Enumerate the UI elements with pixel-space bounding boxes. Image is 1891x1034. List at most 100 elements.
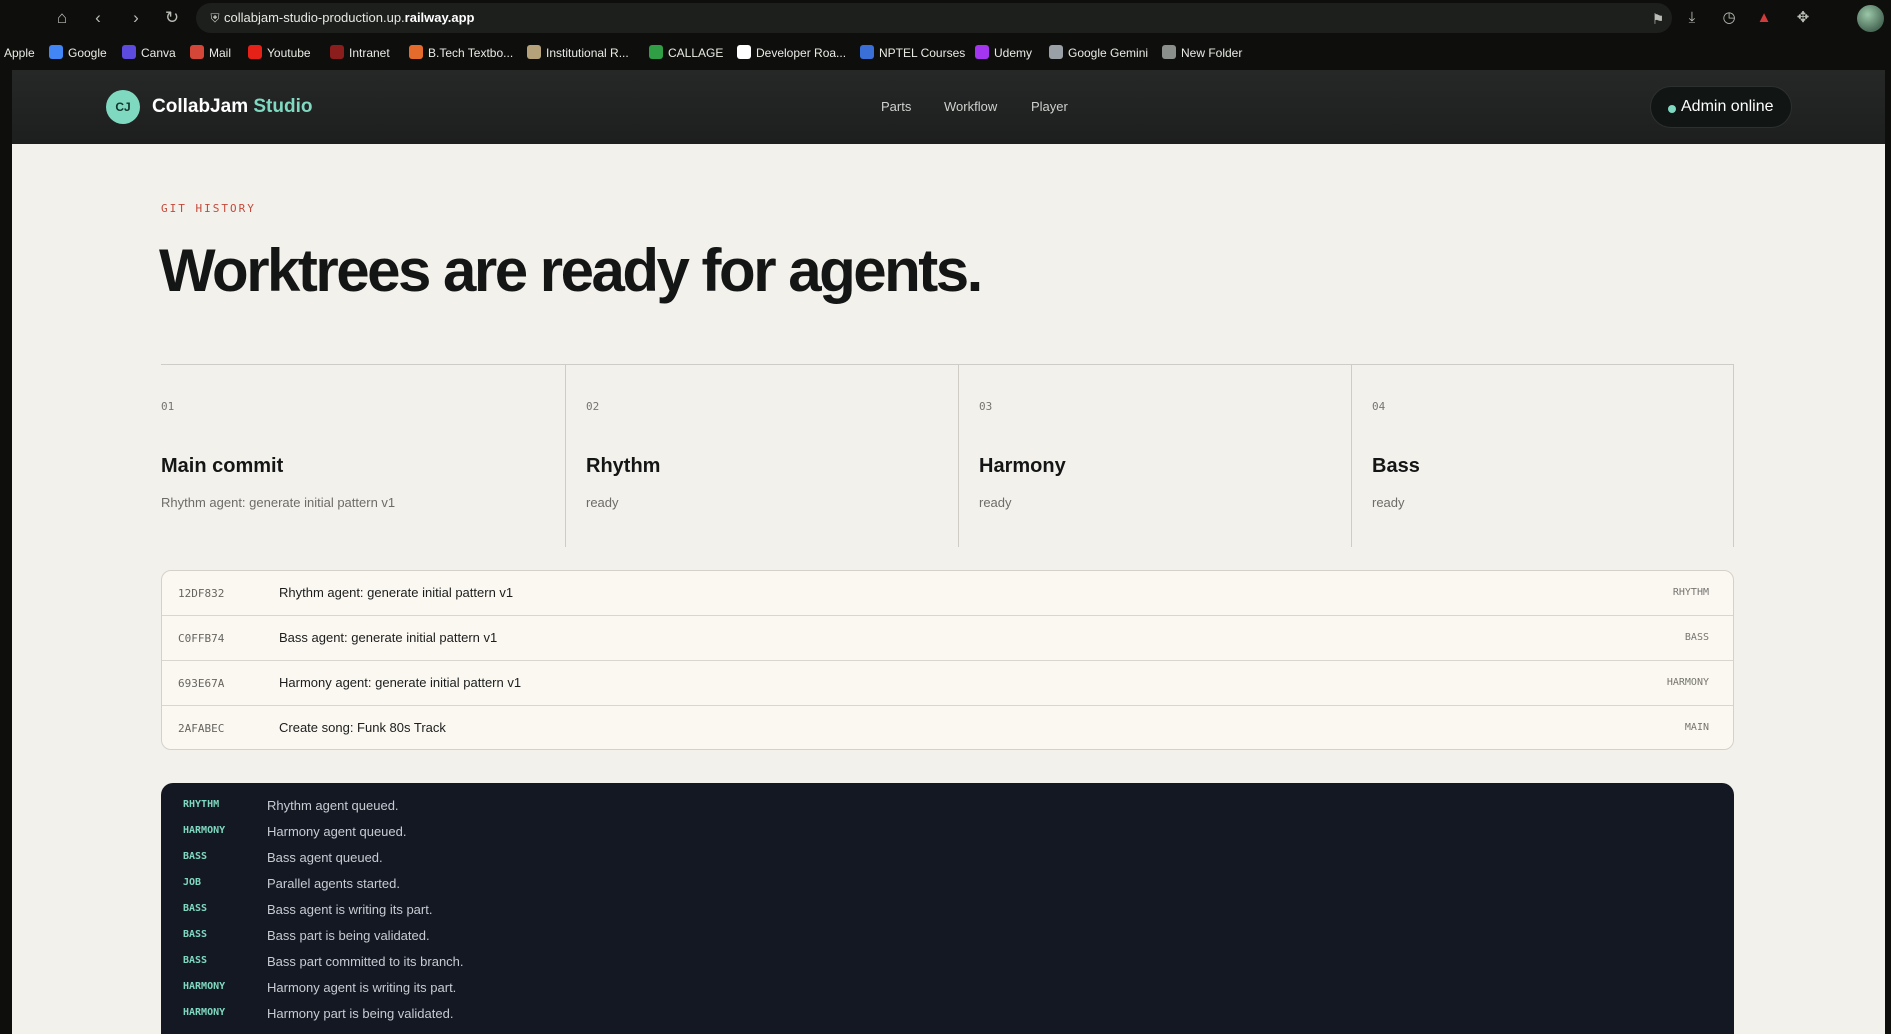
log-row: RHYTHM Rhythm agent queued. bbox=[161, 793, 1734, 819]
forward-icon[interactable]: › bbox=[124, 6, 148, 30]
branch-number: 04 bbox=[1372, 400, 1386, 413]
branch-number: 02 bbox=[586, 400, 600, 413]
commit-row[interactable]: 12DF832 Rhythm agent: generate initial p… bbox=[162, 571, 1733, 616]
canva-icon bbox=[122, 45, 136, 59]
bookmark-label: Mail bbox=[209, 46, 232, 60]
log-message: Bass agent is writing its part. bbox=[267, 902, 433, 917]
bookmark-label: Google bbox=[68, 46, 107, 60]
bookmarks-bar: Apple Google Canva Mail Youtube Intranet B.Tec… bbox=[0, 36, 1891, 70]
folder-icon bbox=[1162, 45, 1176, 59]
log-tag: JOB bbox=[183, 877, 202, 888]
bookmark-label: Canva bbox=[141, 46, 176, 60]
log-tag: RHYTHM bbox=[183, 799, 220, 810]
gemini-icon bbox=[1049, 45, 1063, 59]
url-host: collabjam-studio-production.up. bbox=[224, 10, 405, 25]
profile-avatar[interactable] bbox=[1857, 5, 1884, 32]
log-row: BASS Bass agent is writing its part. bbox=[161, 897, 1734, 923]
bookmark-folder[interactable]: New Folder bbox=[1162, 45, 1242, 61]
bookmark-udemy[interactable]: Udemy bbox=[975, 45, 1032, 61]
bookmark-label: Apple bbox=[4, 46, 35, 60]
bookmark-label: CALLAGE bbox=[668, 46, 724, 60]
bookmark-repository[interactable]: Institutional R... bbox=[527, 45, 629, 61]
log-tag: HARMONY bbox=[183, 1007, 226, 1018]
page-viewport: CJ CollabJam Studio Parts Workflow Playe… bbox=[12, 70, 1885, 1034]
history-icon[interactable]: ◷ bbox=[1718, 7, 1740, 29]
bookmark-label: Google Gemini bbox=[1068, 46, 1149, 60]
bookmark-star-icon[interactable]: ⚑ bbox=[1648, 9, 1668, 29]
home-icon[interactable]: ⌂ bbox=[50, 6, 74, 30]
intranet-icon bbox=[330, 45, 344, 59]
textbook-icon bbox=[409, 45, 423, 59]
branch-name: Main commit bbox=[161, 455, 284, 477]
site-header: CJ CollabJam Studio Parts Workflow Playe… bbox=[12, 70, 1885, 144]
commit-branch: BASS bbox=[1684, 632, 1709, 643]
nptel-icon bbox=[860, 45, 874, 59]
branch-detail: ready bbox=[1372, 495, 1405, 510]
branch-card-harmony: 03 Harmony ready bbox=[959, 365, 1352, 547]
google-icon bbox=[49, 45, 63, 59]
branch-card-bass: 04 Bass ready bbox=[1352, 365, 1734, 547]
bookmark-textbook[interactable]: B.Tech Textbo... bbox=[409, 45, 513, 61]
bookmark-drive[interactable]: CALLAGE bbox=[649, 45, 723, 61]
bookmark-gmail[interactable]: Mail bbox=[190, 45, 231, 61]
agent-log-panel[interactable]: RHYTHM Rhythm agent queued. HARMONY Harm… bbox=[161, 783, 1734, 1034]
repository-icon bbox=[527, 45, 541, 59]
nav-link-workflow[interactable]: Workflow bbox=[944, 99, 997, 114]
commit-hash: C0FFB74 bbox=[178, 632, 225, 645]
bookmark-label: Developer Roa... bbox=[756, 46, 847, 60]
log-message: Bass agent queued. bbox=[267, 850, 383, 865]
commit-hash: 12DF832 bbox=[178, 587, 225, 600]
address-bar[interactable]: ⛨ collabjam-studio-production.up.railway… bbox=[196, 3, 1672, 33]
commit-row[interactable]: 2AFABEC Create song: Funk 80s Track MAIN bbox=[162, 706, 1733, 749]
bookmark-gemini[interactable]: Google Gemini bbox=[1049, 45, 1148, 61]
log-message: Harmony agent is writing its part. bbox=[267, 980, 457, 995]
acrobat-extension-icon[interactable]: ▲ bbox=[1753, 7, 1775, 29]
bookmark-roadmap[interactable]: Developer Roa... bbox=[737, 45, 846, 61]
log-message: Bass part committed to its branch. bbox=[267, 954, 464, 969]
log-message: Harmony agent queued. bbox=[267, 824, 407, 839]
bookmark-google[interactable]: Google bbox=[49, 45, 107, 61]
log-message: Harmony part is being validated. bbox=[267, 1006, 454, 1021]
bookmark-youtube[interactable]: Youtube bbox=[248, 45, 311, 61]
site-info-icon[interactable]: ⛨ bbox=[206, 9, 224, 27]
logo-badge[interactable]: CJ bbox=[106, 90, 140, 124]
bookmark-apple[interactable]: Apple bbox=[4, 45, 35, 61]
log-row: HARMONY Harmony agent queued. bbox=[161, 819, 1734, 845]
commit-message: Create song: Funk 80s Track bbox=[279, 720, 446, 735]
log-tag: BASS bbox=[183, 929, 208, 940]
reload-icon[interactable]: ↻ bbox=[160, 6, 184, 30]
back-icon[interactable]: ‹ bbox=[86, 6, 110, 30]
branch-number: 01 bbox=[161, 400, 175, 413]
branch-detail: Rhythm agent: generate initial pattern v… bbox=[161, 495, 396, 510]
admin-status-pill[interactable]: Admin online bbox=[1650, 86, 1792, 128]
brand-accent: Studio bbox=[253, 96, 313, 117]
commit-message: Bass agent: generate initial pattern v1 bbox=[279, 630, 498, 645]
log-tag: BASS bbox=[183, 903, 208, 914]
commit-hash: 693E67A bbox=[178, 677, 225, 690]
log-row: HARMONY Harmony part is being validated. bbox=[161, 1001, 1734, 1027]
nav-link-player[interactable]: Player bbox=[1031, 99, 1068, 114]
bookmark-label: Youtube bbox=[267, 46, 311, 60]
commit-row[interactable]: 693E67A Harmony agent: generate initial … bbox=[162, 661, 1733, 706]
brand-primary: CollabJam bbox=[152, 96, 249, 117]
brand-name[interactable]: CollabJam Studio bbox=[152, 96, 312, 118]
extensions-puzzle-icon[interactable]: ✥ bbox=[1792, 7, 1814, 29]
download-icon[interactable]: ⤓ bbox=[1681, 7, 1703, 29]
commit-hash: 2AFABEC bbox=[178, 722, 225, 735]
log-tag: HARMONY bbox=[183, 981, 226, 992]
bookmark-label: B.Tech Textbo... bbox=[428, 46, 514, 60]
nav-link-parts[interactable]: Parts bbox=[881, 99, 911, 114]
bookmark-label: NPTEL Courses bbox=[879, 46, 966, 60]
branch-number: 03 bbox=[979, 400, 993, 413]
log-row: BASS Bass part committed to its branch. bbox=[161, 949, 1734, 975]
bookmark-canva[interactable]: Canva bbox=[122, 45, 176, 61]
url-text[interactable]: collabjam-studio-production.up.railway.a… bbox=[224, 10, 475, 25]
bookmark-label: Intranet bbox=[349, 46, 390, 60]
online-dot-icon bbox=[1668, 105, 1676, 113]
commit-row[interactable]: C0FFB74 Bass agent: generate initial pat… bbox=[162, 616, 1733, 661]
branch-card-main: 01 Main commit Rhythm agent: generate in… bbox=[161, 365, 566, 547]
bookmark-nptel[interactable]: NPTEL Courses bbox=[860, 45, 965, 61]
log-row: BASS Bass agent queued. bbox=[161, 845, 1734, 871]
branch-name: Harmony bbox=[979, 455, 1066, 477]
bookmark-intranet[interactable]: Intranet bbox=[330, 45, 390, 61]
